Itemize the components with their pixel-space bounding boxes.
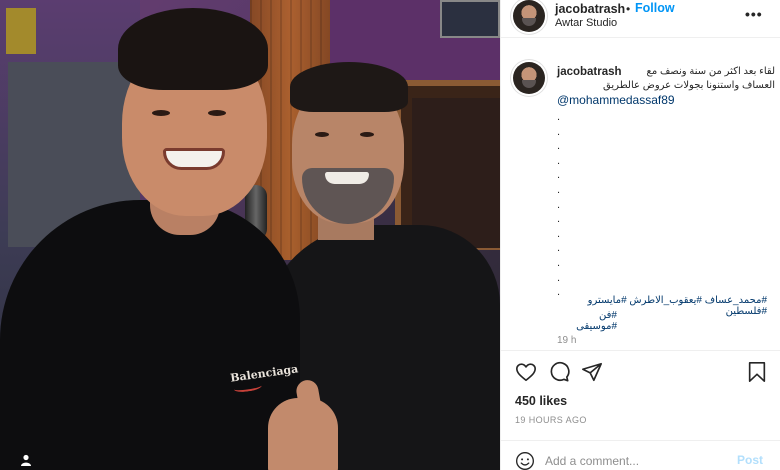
caption-dot: . bbox=[557, 256, 561, 269]
caption-username[interactable]: jacobatrash bbox=[557, 66, 622, 78]
person-right-eye bbox=[315, 132, 329, 137]
header-username[interactable]: jacobatrash bbox=[555, 2, 625, 16]
caption-dot: . bbox=[557, 183, 561, 196]
caption-dot: . bbox=[557, 242, 561, 255]
caption-avatar[interactable] bbox=[513, 62, 545, 94]
person-right-hair bbox=[290, 62, 408, 112]
bookmark-icon[interactable] bbox=[746, 361, 768, 383]
person-left-eye bbox=[208, 110, 226, 116]
wall-frame bbox=[440, 0, 500, 38]
separator-dot: • bbox=[626, 2, 631, 16]
comment-bar: Post bbox=[501, 440, 780, 470]
caption-dot: . bbox=[557, 271, 561, 284]
caption-dot: . bbox=[557, 213, 561, 226]
person-left-hair bbox=[118, 8, 268, 90]
comment-input[interactable] bbox=[545, 451, 725, 470]
caption-dot: . bbox=[557, 227, 561, 240]
post-timestamp: 19 HOURS AGO bbox=[515, 415, 587, 425]
post-photo[interactable]: Balenciaga bbox=[0, 0, 500, 470]
person-right-eye bbox=[360, 132, 374, 137]
location-link[interactable]: Awtar Studio bbox=[555, 17, 617, 29]
comment-bubble-icon[interactable] bbox=[548, 361, 570, 383]
yellow-panel bbox=[6, 8, 36, 54]
mention-link[interactable]: @mohammedassaf89 bbox=[557, 93, 675, 107]
post-button[interactable]: Post bbox=[737, 453, 763, 467]
caption-dot: . bbox=[557, 198, 561, 211]
caption-line-1: لقاء بعد اكثر من سنة ونصف مع bbox=[646, 66, 776, 77]
person-left-smile bbox=[163, 148, 225, 170]
hashtags-line-2[interactable]: #فن #موسيقى bbox=[557, 310, 617, 332]
caption-dots: . . . . . . . . . . . . . bbox=[557, 110, 577, 300]
caption-dot: . bbox=[557, 154, 561, 167]
heart-icon[interactable] bbox=[515, 361, 537, 383]
hand bbox=[268, 398, 338, 470]
person-left-eye bbox=[152, 110, 170, 116]
likes-count[interactable]: 450 likes bbox=[515, 394, 567, 408]
person-right-smile bbox=[325, 172, 369, 184]
caption: jacobatrash لقاء بعد اكثر من سنة ونصف مع… bbox=[501, 50, 780, 350]
caption-dot: . bbox=[557, 169, 561, 182]
paper-plane-icon[interactable] bbox=[581, 361, 603, 383]
smiley-icon[interactable] bbox=[515, 451, 535, 470]
post-side-panel: jacobatrash • Follow Awtar Studio ••• ja… bbox=[500, 0, 780, 470]
caption-time: 19 h bbox=[557, 335, 577, 346]
action-bar bbox=[501, 350, 780, 390]
post-header: jacobatrash • Follow Awtar Studio ••• bbox=[501, 0, 780, 38]
person-icon[interactable] bbox=[16, 450, 36, 470]
follow-button[interactable]: Follow bbox=[635, 1, 675, 15]
caption-dot: . bbox=[557, 111, 561, 123]
more-horizontal-icon[interactable]: ••• bbox=[745, 6, 765, 22]
avatar[interactable] bbox=[513, 0, 545, 32]
caption-dot: . bbox=[557, 140, 561, 153]
person-left-body bbox=[0, 200, 300, 470]
caption-dot: . bbox=[557, 125, 561, 138]
caption-line-2: العساف واستنونا بجولات عروض عالطريق bbox=[603, 80, 775, 91]
